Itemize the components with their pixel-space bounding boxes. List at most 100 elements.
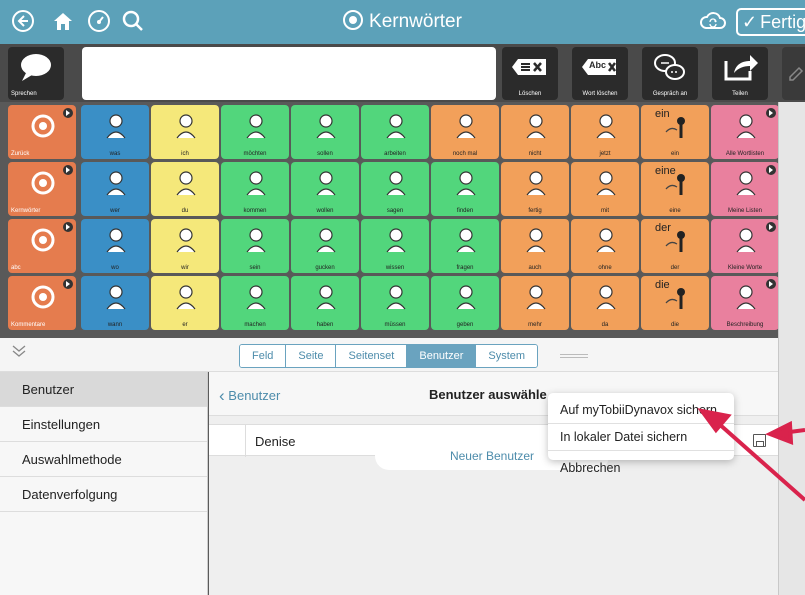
grid-cell-sagen[interactable]: sagen	[361, 162, 429, 216]
grid-cell-zurück[interactable]: Zurück	[8, 105, 76, 159]
grid-cell-label: geben	[456, 322, 474, 328]
grid-cell-fragen[interactable]: fragen	[431, 219, 499, 273]
grid-cell-kernwörter[interactable]: Kernwörter	[8, 162, 76, 216]
conversation-button[interactable]: Gespräch an	[642, 47, 698, 100]
grid-cell-mit[interactable]: mit	[571, 162, 639, 216]
top-bar: Kernwörter ✓ Fertig	[0, 0, 805, 44]
drag-handle[interactable]	[560, 354, 588, 358]
grid-cell-label: wo	[111, 265, 119, 271]
back-button-label: Benutzer	[228, 388, 281, 403]
grid-cell-gucken[interactable]: gucken	[291, 219, 359, 273]
tab-system[interactable]: System	[476, 345, 538, 367]
grid-cell-da[interactable]: da	[571, 276, 639, 330]
sein-symbol-icon	[246, 228, 266, 253]
tab-benutzer[interactable]: Benutzer	[407, 345, 477, 367]
sidebar-item-einstellungen[interactable]: Einstellungen	[0, 407, 207, 442]
grid-cell-beschreibung[interactable]: Beschreibung	[711, 276, 779, 330]
grid-cell-sein[interactable]: sein	[221, 219, 289, 273]
grid-cell-label: ein	[670, 151, 679, 157]
grid-cell-label: müssen	[384, 322, 406, 328]
grid-cell-ich[interactable]: ich	[151, 105, 219, 159]
back-arrow-icon	[31, 114, 55, 138]
popup-divider	[548, 450, 734, 451]
grid-cell-ein[interactable]: ein ein	[641, 105, 709, 159]
save-to-mytobiidynavox-option[interactable]: Auf myTobiiDynavox sichern	[560, 403, 717, 417]
grid-cell-label: du	[181, 208, 189, 214]
grid-cell-geben[interactable]: geben	[431, 276, 499, 330]
grid-cell-label: Kommentare	[11, 322, 46, 328]
grid-cell-was[interactable]: was	[81, 105, 149, 159]
grid-cell-jetzt[interactable]: jetzt	[571, 105, 639, 159]
grid-cell-sollen[interactable]: sollen	[291, 105, 359, 159]
grid-cell-fertig[interactable]: fertig	[501, 162, 569, 216]
grid-cell-kleine-worte[interactable]: Kleine Worte	[711, 219, 779, 273]
sidebar-item-datenverfolgung[interactable]: Datenverfolgung	[0, 477, 207, 512]
grid-cell-label: nicht	[528, 151, 542, 157]
grid-cell-wer[interactable]: wer	[81, 162, 149, 216]
grid-cell-kommentare[interactable]: Kommentare	[8, 276, 76, 330]
grid-cell-du[interactable]: du	[151, 162, 219, 216]
save-icon[interactable]	[753, 434, 766, 447]
da-symbol-icon	[596, 285, 616, 310]
grid-cell-auch[interactable]: auch	[501, 219, 569, 273]
grid-cell-mehr[interactable]: mehr	[501, 276, 569, 330]
sidebar-item-auswahlmethode[interactable]: Auswahlmethode	[0, 442, 207, 477]
message-window[interactable]	[82, 47, 496, 100]
grid-cell-wir[interactable]: wir	[151, 219, 219, 273]
share-button[interactable]: Teilen	[712, 47, 768, 100]
delete-word-button[interactable]: Abc Wort löschen	[572, 47, 628, 100]
grid-cell-label: der	[670, 265, 680, 271]
grid-cell-wissen[interactable]: wissen	[361, 219, 429, 273]
grid-cell-alle-wortlisten[interactable]: Alle Wortlisten	[711, 105, 779, 159]
tab-seite[interactable]: Seite	[286, 345, 337, 367]
geben-symbol-icon	[456, 285, 476, 310]
back-button[interactable]: ‹ Benutzer	[219, 386, 280, 406]
grid-cell-label: sollen	[317, 151, 333, 157]
grid-cell-nicht[interactable]: nicht	[501, 105, 569, 159]
edit-button[interactable]	[782, 47, 805, 100]
cancel-option[interactable]: Abbrechen	[560, 461, 620, 475]
grid-cell-der[interactable]: der der	[641, 219, 709, 273]
grid-cell-noch-mal[interactable]: noch mal	[431, 105, 499, 159]
sidebar-item-benutzer[interactable]: Benutzer	[0, 372, 207, 407]
tab-seitenset[interactable]: Seitenset	[336, 345, 408, 367]
grid-cell-label: ohne	[598, 265, 612, 271]
collapse-chevron-icon[interactable]	[12, 344, 26, 362]
grid-cell-haben[interactable]: haben	[291, 276, 359, 330]
grid-cell-möchten[interactable]: möchten	[221, 105, 289, 159]
done-button[interactable]: ✓ Fertig	[736, 8, 805, 36]
grid-cell-wollen[interactable]: wollen	[291, 162, 359, 216]
abc-keyboard-icon	[31, 228, 55, 252]
row-divider	[245, 425, 246, 457]
delete-button[interactable]: Löschen	[502, 47, 558, 100]
grid-cell-müssen[interactable]: müssen	[361, 276, 429, 330]
grid-cell-label: mehr	[528, 322, 542, 328]
fertig-symbol-icon	[526, 171, 546, 196]
grid-cell-finden[interactable]: finden	[431, 162, 499, 216]
grid-cell-die[interactable]: die die	[641, 276, 709, 330]
grid-cell-kommen[interactable]: kommen	[221, 162, 289, 216]
grid-cell-label: fertig	[528, 208, 542, 214]
cell-word-text: ein	[655, 108, 670, 120]
grid-cell-arbeiten[interactable]: arbeiten	[361, 105, 429, 159]
grid-cell-er[interactable]: er	[151, 276, 219, 330]
folder-link-icon	[63, 279, 73, 289]
gucken-symbol-icon	[316, 228, 336, 253]
save-to-local-file-option[interactable]: In lokaler Datei sichern	[560, 430, 687, 444]
delete-button-label: Löschen	[518, 91, 542, 97]
du-symbol-icon	[176, 171, 196, 196]
grid-cell-machen[interactable]: machen	[221, 276, 289, 330]
grid-cell-wo[interactable]: wo	[81, 219, 149, 273]
symbol-grid: Zurück was ich möchten sollen arbeiten noch ma…	[0, 102, 779, 338]
grid-cell-ohne[interactable]: ohne	[571, 219, 639, 273]
grid-cell-abc[interactable]: abc	[8, 219, 76, 273]
moechten-symbol-icon	[246, 114, 266, 139]
grid-cell-meine-listen[interactable]: Meine Listen	[711, 162, 779, 216]
grid-cell-eine[interactable]: eine eine	[641, 162, 709, 216]
cloud-sync-icon[interactable]	[697, 6, 729, 36]
speak-button[interactable]: Sprechen	[8, 47, 64, 100]
sagen-symbol-icon	[386, 171, 406, 196]
tab-feld[interactable]: Feld	[240, 345, 287, 367]
wissen-symbol-icon	[386, 228, 406, 253]
grid-cell-wann[interactable]: wann	[81, 276, 149, 330]
